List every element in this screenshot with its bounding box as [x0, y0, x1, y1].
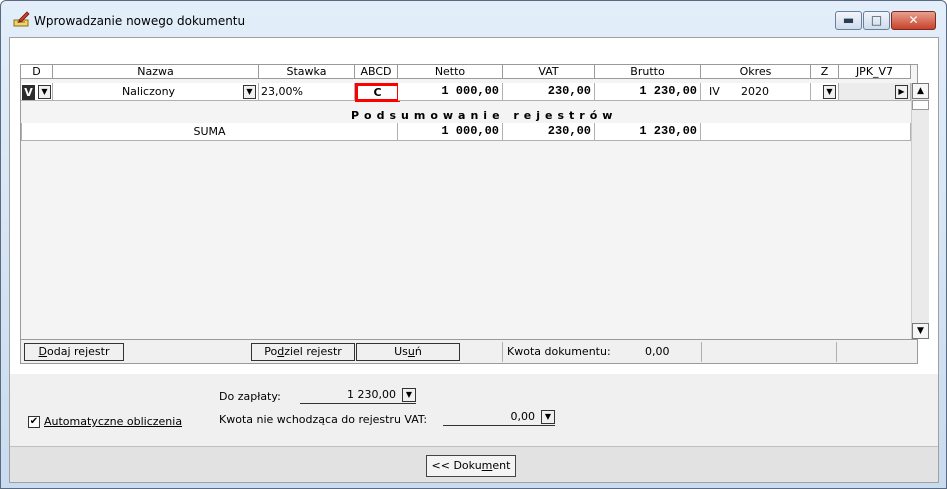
- cell-d-value[interactable]: V: [22, 85, 35, 100]
- z-dropdown-arrow-icon[interactable]: ▼: [823, 85, 836, 99]
- summary-empty: [701, 123, 911, 141]
- cell-okres[interactable]: IV 2020: [701, 83, 811, 101]
- header-stawka[interactable]: Stawka: [259, 65, 355, 79]
- divider: [836, 342, 837, 362]
- summary-brutto: 1 230,00: [595, 123, 701, 141]
- summary-vat: 230,00: [503, 123, 595, 141]
- header-vat[interactable]: VAT: [503, 65, 595, 79]
- kwota-nie-label: Kwota nie wchodząca do rejestru VAT:: [219, 413, 428, 426]
- cell-nazwa[interactable]: Naliczony: [53, 83, 259, 101]
- jpk-arrow-right-icon[interactable]: ▶: [895, 85, 908, 99]
- title-bar: Wprowadzanie nowego dokumentu ▬ □ ✕: [1, 1, 946, 37]
- do-zaplaty-field[interactable]: 1 230,00 ▼: [300, 388, 416, 404]
- header-abcd[interactable]: ABCD: [355, 65, 398, 79]
- okres-year: 2020: [741, 85, 769, 98]
- header-z[interactable]: Z: [811, 65, 839, 79]
- grid-footer: Dodaj rejestr Podziel rejestr Usuń Kwota…: [20, 340, 918, 364]
- nazwa-dropdown-arrow-icon[interactable]: ▼: [243, 85, 256, 99]
- summary-label: SUMA: [21, 123, 398, 141]
- cell-abcd[interactable]: C: [355, 83, 400, 102]
- scroll-down-icon[interactable]: ▼: [912, 323, 929, 339]
- do-zaplaty-label: Do zapłaty:: [219, 390, 281, 403]
- d-dropdown-arrow-icon[interactable]: ▼: [38, 85, 51, 99]
- summary-title: Podsumowanie rejestrów: [351, 109, 618, 122]
- minimize-icon: ▬: [842, 13, 855, 27]
- header-jpk[interactable]: JPK_V7: [839, 65, 911, 79]
- document-pen-icon: [13, 11, 30, 27]
- window-title: Wprowadzanie nowego dokumentu: [34, 14, 246, 28]
- cell-brutto[interactable]: 1 230,00: [595, 83, 701, 101]
- register-grid: D Nazwa Stawka ABCD Netto VAT Brutto Okr…: [20, 64, 929, 340]
- split-register-button[interactable]: Podziel rejestr: [251, 343, 355, 361]
- scroll-up-icon[interactable]: ▲: [912, 83, 929, 99]
- main-window: Wprowadzanie nowego dokumentu ▬ □ ✕ D Na…: [0, 0, 947, 489]
- do-zaplaty-dropdown-icon[interactable]: ▼: [402, 388, 416, 402]
- delete-button[interactable]: Usuń: [356, 343, 460, 361]
- header-netto[interactable]: Netto: [398, 65, 503, 79]
- divider: [701, 342, 702, 362]
- auto-calc-label[interactable]: Automatyczne obliczenia: [44, 415, 182, 428]
- cell-stawka[interactable]: 23,00%: [259, 83, 355, 101]
- document-amount-value: 0,00: [645, 345, 670, 358]
- vertical-scrollbar[interactable]: ▲ ▼: [911, 83, 929, 339]
- scroll-thumb[interactable]: [912, 100, 929, 110]
- header-nazwa[interactable]: Nazwa: [53, 65, 259, 79]
- cell-netto[interactable]: 1 000,00: [398, 83, 503, 101]
- header-okres[interactable]: Okres: [701, 65, 811, 79]
- header-brutto[interactable]: Brutto: [595, 65, 701, 79]
- header-d[interactable]: D: [21, 65, 53, 79]
- cell-vat[interactable]: 230,00: [503, 83, 595, 101]
- kwota-nie-dropdown-icon[interactable]: ▼: [541, 410, 555, 424]
- client-area: D Nazwa Stawka ABCD Netto VAT Brutto Okr…: [9, 37, 939, 483]
- kwota-nie-value: 0,00: [510, 410, 536, 423]
- kwota-nie-field[interactable]: 0,00 ▼: [443, 410, 555, 426]
- minimize-button[interactable]: ▬: [835, 11, 862, 30]
- summary-netto: 1 000,00: [398, 123, 503, 141]
- document-amount-label: Kwota dokumentu:: [507, 345, 611, 358]
- bottom-bar: << Dokument: [10, 446, 938, 482]
- close-icon: ✕: [908, 13, 919, 27]
- okres-month: IV: [709, 85, 720, 98]
- maximize-button[interactable]: □: [863, 11, 890, 30]
- auto-calc-checkbox[interactable]: ✔: [28, 416, 40, 428]
- maximize-icon: □: [870, 13, 883, 27]
- close-button[interactable]: ✕: [891, 11, 936, 30]
- back-to-document-button[interactable]: << Dokument: [426, 455, 516, 477]
- divider: [502, 342, 503, 362]
- do-zaplaty-value: 1 230,00: [347, 388, 396, 401]
- add-register-button[interactable]: Dodaj rejestr: [24, 343, 124, 361]
